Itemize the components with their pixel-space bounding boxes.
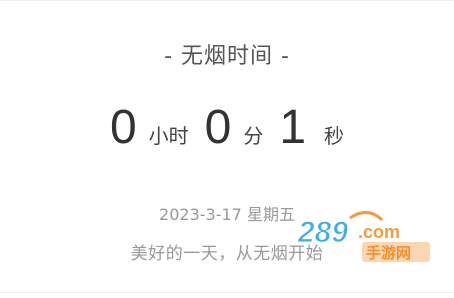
hours-value: 0 [109,101,137,154]
page-title: - 无烟时间 - [164,44,290,69]
minutes-unit: 分 [243,124,264,148]
top-divider [0,0,454,1]
date-label: 2023-3-17 星期五 [159,205,295,224]
seconds-unit: 秒 [324,124,345,148]
slogan-text: 美好的一天，从无烟开始 [130,244,324,264]
hours-unit: 小时 [148,124,189,148]
elapsed-timer: 0 小时 0 分 1 秒 [0,104,454,164]
smoke-free-timer-card: - 无烟时间 - 0 小时 0 分 1 秒 2023-3-17 星期五 美好的一… [0,0,454,298]
minutes-value: 0 [204,101,232,154]
bottom-divider [0,292,454,293]
seconds-value: 1 [279,101,307,154]
